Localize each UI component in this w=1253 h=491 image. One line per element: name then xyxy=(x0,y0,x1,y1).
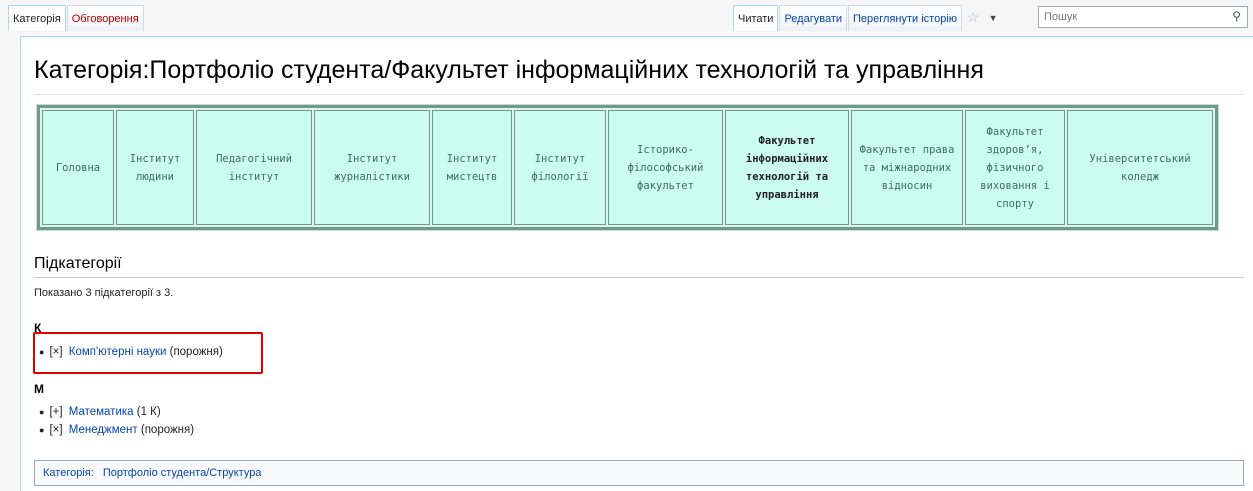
subcategory-link[interactable]: Математика xyxy=(69,406,134,418)
highlight-box xyxy=(33,332,263,374)
nav-cell-human-institute[interactable]: Інститут людини xyxy=(116,110,194,225)
search-input[interactable] xyxy=(1039,7,1219,27)
namespace-tabs: Категорія Обговорення xyxy=(8,5,145,31)
tab-discussion[interactable]: Обговорення xyxy=(66,5,144,31)
list-item: ● [×] Менеджмент (порожня) xyxy=(39,424,194,436)
nav-cell-law[interactable]: Факультет права та міжнародних відносин xyxy=(851,110,963,225)
nav-cell-philology[interactable]: Інститут філології xyxy=(514,110,606,225)
top-navigation: Категорія Обговорення Читати Редагувати … xyxy=(0,0,1253,36)
bullet-icon: ● xyxy=(39,407,45,417)
nav-cell-health[interactable]: Факультет здоров’я, фізичного виховання … xyxy=(965,110,1065,225)
nav-cell-journalism[interactable]: Інститут журналістики xyxy=(314,110,430,225)
faculty-nav-table: Головна Інститут людини Педагогічний інс… xyxy=(37,105,1218,230)
star-icon[interactable]: ☆ xyxy=(963,5,983,31)
expand-toggle[interactable]: [+] xyxy=(49,406,62,418)
tab-category[interactable]: Категорія xyxy=(8,5,66,31)
categories-label-link[interactable]: Категорія: xyxy=(43,467,94,479)
list-item: ● [+] Математика (1 К) xyxy=(39,406,161,418)
subcategory-count: Показано 3 підкатегорії з 3. xyxy=(34,287,174,299)
bullet-icon: ● xyxy=(39,425,45,435)
tab-read[interactable]: Читати xyxy=(733,5,779,31)
chevron-down-icon[interactable]: ▼ xyxy=(983,5,1003,31)
title-divider xyxy=(34,94,1244,95)
category-links-box: Категорія: Портфоліо студента/Структура xyxy=(34,460,1244,486)
view-tabs: Читати Редагувати Переглянути історію ☆ … xyxy=(733,5,1003,31)
tab-edit[interactable]: Редагувати xyxy=(779,5,848,31)
nav-cell-pedagogical[interactable]: Педагогічний інститут xyxy=(196,110,312,225)
search-icon[interactable]: ⚲ xyxy=(1232,9,1241,23)
nav-cell-college[interactable]: Університетський коледж xyxy=(1067,110,1213,225)
nav-cell-history-philosophy[interactable]: Історико-філософський факультет xyxy=(608,110,723,225)
group-letter: М xyxy=(34,382,44,396)
search-box: ⚲ xyxy=(1038,6,1248,28)
subcategories-heading: Підкатегорії xyxy=(34,255,122,272)
expand-toggle[interactable]: [×] xyxy=(49,424,62,436)
subcategory-note: (1 К) xyxy=(136,406,161,418)
subcategory-note: (порожня) xyxy=(140,424,195,436)
subcategory-link[interactable]: Менеджмент xyxy=(69,424,138,436)
content-area: Категорія:Портфоліо студента/Факультет і… xyxy=(20,36,1253,491)
nav-cell-arts[interactable]: Інститут мистецтв xyxy=(432,110,512,225)
subcategories-divider xyxy=(34,277,1244,278)
tab-history[interactable]: Переглянути історію xyxy=(848,5,963,31)
page-title: Категорія:Портфоліо студента/Факультет і… xyxy=(34,56,984,84)
category-link[interactable]: Портфоліо студента/Структура xyxy=(103,467,262,479)
nav-cell-it-management[interactable]: Факультет інформаційних технологій та уп… xyxy=(725,110,849,225)
nav-cell-main[interactable]: Головна xyxy=(42,110,114,225)
